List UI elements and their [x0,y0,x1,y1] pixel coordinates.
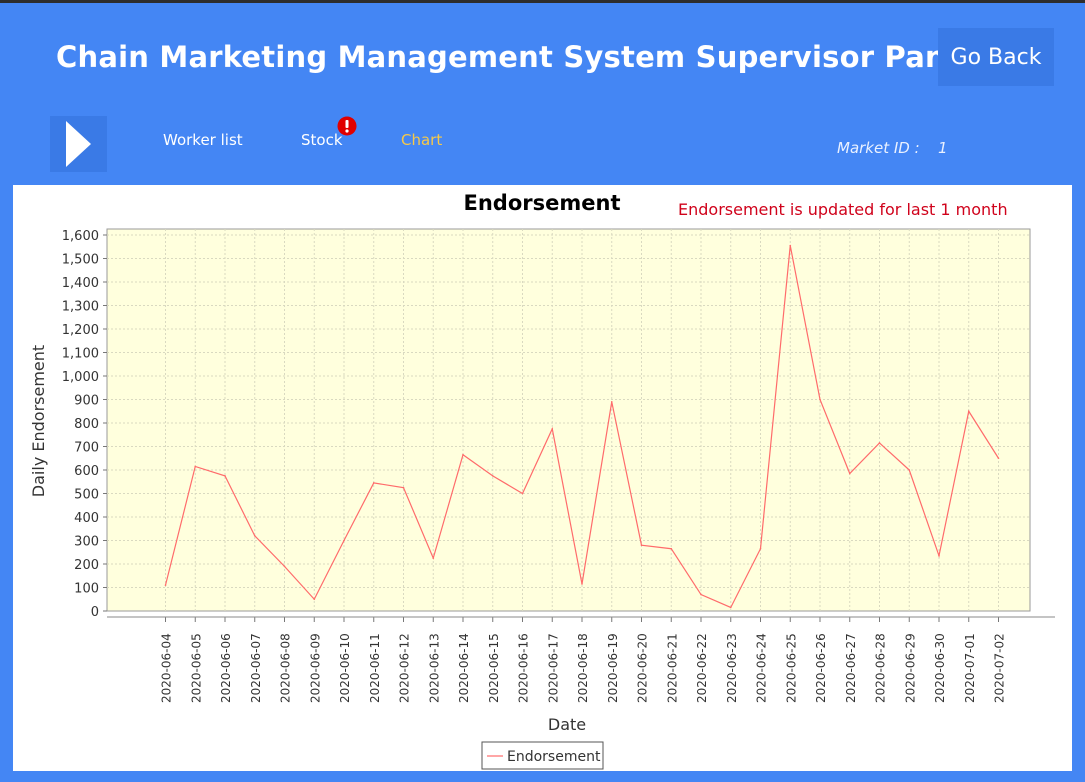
y-tick-label: 500 [74,488,99,503]
y-tick-label: 1,600 [62,229,99,244]
x-tick-label: 2020-06-05 [189,633,203,703]
x-tick-label: 2020-06-15 [487,633,501,703]
x-tick-label: 2020-06-13 [427,633,441,703]
data-point [432,557,435,559]
data-point [313,598,316,601]
market-id-label: Market ID : [837,139,920,157]
data-point [819,398,821,401]
x-tick-label: 2020-06-20 [636,633,650,703]
data-point [938,554,940,557]
go-back-button[interactable]: Go Back [938,28,1054,86]
data-point [402,486,405,489]
chart-panel: 0 100 200 300 400 500 600 700 800 900 1,000 1,100 1,… [13,185,1072,771]
data-point [253,535,256,537]
window-top-border [0,0,1085,3]
x-tick-label: 2020-06-08 [279,633,293,703]
data-point [967,410,970,413]
data-point [194,465,197,468]
x-tick-label: 2020-06-07 [249,633,263,703]
x-tick-label: 2020-06-21 [665,633,679,703]
x-tick-label: 2020-06-06 [219,633,233,703]
x-tick-label: 2020-06-29 [903,633,917,703]
data-point [848,472,851,475]
x-tick-label: 2020-06-04 [160,633,174,703]
play-button[interactable] [50,116,107,172]
y-tick-label: 100 [74,582,99,597]
y-tick-label: 300 [74,535,99,550]
y-tick-label: 0 [91,605,99,620]
data-point [729,606,732,609]
x-tick-label: 2020-06-24 [755,633,769,703]
data-point [908,469,911,471]
data-point [551,428,554,430]
data-point [224,475,226,477]
data-point [878,442,881,444]
y-tick-label: 1,000 [62,370,99,385]
data-point [164,584,167,586]
data-point [372,482,375,484]
x-tick-label: 2020-06-17 [546,633,560,703]
endorsement-line-chart: 0 100 200 300 400 500 600 700 800 900 1,000 1,100 1,… [29,191,1055,770]
data-point [640,544,643,546]
data-point [759,547,762,550]
chart-title: Endorsement [464,191,621,215]
data-point [491,475,494,477]
x-tick-label: 2020-07-01 [963,633,977,703]
x-tick-label: 2020-06-22 [695,633,709,703]
y-tick-label: 800 [74,417,99,432]
x-tick-label: 2020-06-10 [338,633,352,703]
data-point [997,457,1000,460]
data-point [343,539,345,542]
data-point [581,583,583,585]
data-point [670,547,673,550]
nav-chart[interactable]: Chart [401,131,442,149]
x-tick-label: 2020-06-30 [933,633,947,703]
y-tick-label: 1,500 [62,253,99,268]
x-axis-label: Date [548,715,586,734]
y-tick-label: 900 [74,394,99,409]
x-tick-label: 2020-06-16 [517,633,531,703]
data-point [521,492,524,495]
x-tick-label: 2020-06-11 [368,633,382,703]
exclamation-alert-icon [337,116,357,136]
chart-update-notice: Endorsement is updated for last 1 month [678,200,1008,219]
legend-label: Endorsement [507,749,601,765]
y-tick-label: 1,200 [62,323,99,338]
data-point [789,244,792,247]
data-point [283,565,286,568]
x-tick-label: 2020-06-18 [576,633,590,703]
x-tick-label: 2020-06-19 [606,633,620,703]
nav-worker-list[interactable]: Worker list [163,131,243,149]
x-tick-label: 2020-06-23 [725,633,739,703]
x-tick-label: 2020-06-27 [844,633,858,703]
supervisor-panel-window: Chain Marketing Management System Superv… [0,0,1085,782]
y-tick-label: 1,100 [62,347,99,362]
x-tick-label: 2020-06-28 [874,633,888,703]
x-tick-label: 2020-06-12 [398,633,412,703]
y-tick-label: 700 [74,441,99,456]
x-tick-label: 2020-06-09 [308,633,322,703]
x-tick-label: 2020-06-26 [814,633,828,703]
y-tick-label: 400 [74,511,99,526]
x-tick-label: 2020-06-25 [784,633,798,703]
x-tick-label: 2020-07-02 [993,633,1007,703]
play-icon [66,121,91,167]
y-tick-label: 200 [74,558,99,573]
data-point [700,593,702,596]
y-tick-label: 1,400 [62,276,99,291]
data-point [462,453,464,456]
y-axis-label: Daily Endorsement [29,345,48,497]
x-tick-label: 2020-06-14 [457,633,471,703]
data-point [610,401,613,403]
plot-area [106,228,1031,612]
y-tick-label: 600 [74,464,99,479]
page-title: Chain Marketing Management System Superv… [56,40,976,74]
y-tick-label: 1,300 [62,300,99,315]
market-id-value: 1 [938,139,948,157]
